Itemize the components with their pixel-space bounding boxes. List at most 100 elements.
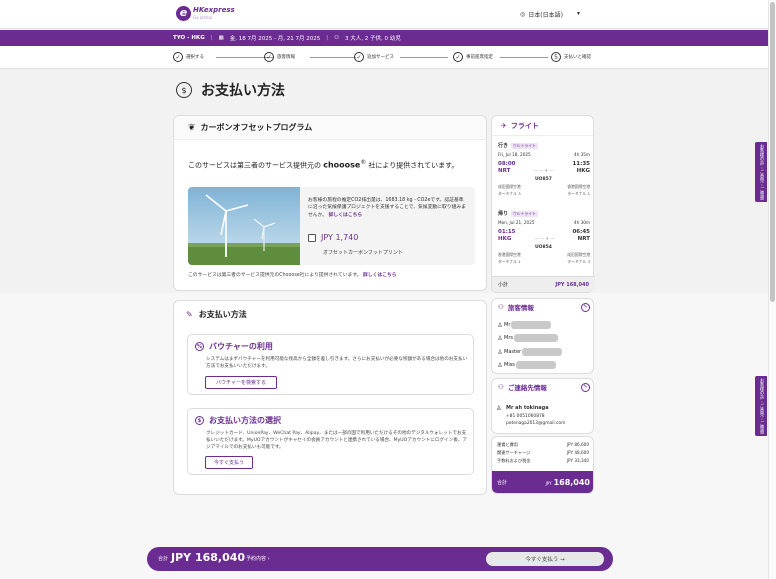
step-label: 旅客情報 [277, 55, 295, 60]
page-title: $ お支払い方法 [176, 80, 285, 100]
carbon-offset-option[interactable]: JPY 1,740 [308, 233, 358, 242]
logo-wordmark: HKexpress Go Jetstar [193, 6, 235, 21]
pay-now-button[interactable]: 今すぐ支払う → [486, 552, 604, 566]
price-summary-card: 運賃と費用 JPY 86,600 関連サーチャージ JPY 48,600 手数料… [491, 436, 594, 494]
dollar-icon: $ [176, 82, 192, 98]
bottom-total-value: JPY 168,040 [171, 551, 246, 564]
child-icon: ♙ [497, 348, 503, 356]
feedback-tab[interactable]: お客様の声・ご意見・ご感想 [755, 142, 767, 202]
carbon-footer-text: このサービスは第三者のサービス提供元のChooose社により提供されています。 [188, 273, 362, 278]
step-select[interactable]: ✓ 選択する [173, 52, 204, 62]
step-passenger-info[interactable]: ✓ 旅客情報 [264, 52, 295, 62]
payment-section-title: お支払い方法 [198, 310, 247, 319]
step-label: 事前座席指定 [466, 55, 493, 60]
passenger-info-card: ⚇ 旅客情報 ✎ ♙ Mr ♙ Mrs ♙ Master ♙ Miss [491, 298, 594, 374]
person-icon: ⚇ [498, 303, 504, 311]
redacted-name [515, 361, 556, 369]
passenger-row: ♙ Mrs [496, 334, 558, 342]
total-label: 合計 [497, 479, 508, 486]
booking-details-link[interactable]: 予約内容 › [246, 555, 270, 562]
scrollbar[interactable] [768, 0, 776, 579]
check-icon: ✓ [354, 52, 364, 62]
chevron-down-icon[interactable]: ▾ [577, 10, 580, 17]
bottom-total-label: 合計 [158, 556, 169, 562]
plane-icon: ✈ [501, 121, 507, 130]
price-value: JPY 86,600 [566, 442, 589, 447]
pay-now-inline-button[interactable]: 今すぐ支払う [205, 456, 253, 469]
arrival-time: 11:35 [572, 161, 590, 167]
subtotal-label: 小計 [498, 282, 509, 288]
fare-tag: ウルトライト [511, 210, 538, 217]
departure-airport: HKG [498, 236, 512, 242]
departure-terminal: ターミナル 1 [498, 259, 521, 264]
route-line-icon: — — ✈ — [533, 168, 554, 173]
check-icon: ✓ [453, 52, 463, 62]
trip-summary-bar: TYO - HKG | ▦ 金, 18 7月 2025 - 月, 21 7月 2… [0, 30, 776, 46]
feedback-tab[interactable]: お客様の声・ご意見・ご感想 [755, 376, 767, 436]
check-icon: ✓ [173, 52, 183, 62]
chooose-brand: chooose [323, 160, 361, 170]
arrival-airport-name: 香港国際空港 [567, 184, 590, 189]
carbon-offset-checkbox[interactable] [308, 233, 316, 242]
contact-info-header: ⚇ ご連絡先情報 ✎ [498, 382, 590, 392]
total-value: JPY 168,040 [546, 478, 590, 487]
passenger-row: ♙ Miss [496, 361, 556, 369]
outbound-flight: 行き ウルトライト Fri, Jul 18, 2025 4h 35m 08:00 … [498, 142, 590, 197]
voucher-title-row: % バウチャーの利用 [195, 341, 273, 352]
step-extras[interactable]: ✓ 追加サービス [354, 52, 394, 62]
price-label: 関連サーチャージ [497, 450, 531, 455]
price-label: 手数料および税金 [497, 458, 531, 463]
arrival-terminal: ターミナル 1 [567, 191, 590, 196]
bottom-total-bar: 合計 JPY 168,040 予約内容 › 今すぐ支払う → [147, 547, 613, 571]
leaf-icon: ❦ [188, 122, 196, 133]
calendar-icon: ▦ [218, 35, 224, 41]
language-selector[interactable]: ◎ 日本(日本語) [520, 10, 563, 19]
carbon-offset-price: JPY 1,740 [321, 233, 359, 242]
person-icon: ⚇ [334, 35, 340, 41]
fare-tag: ウルトライト [511, 142, 538, 149]
arrival-time: 06:45 [572, 229, 590, 235]
flight-summary-card: ✈ フライト 行き ウルトライト Fri, Jul 18, 2025 4h 35m… [491, 115, 595, 293]
carbon-offset-card: ❦ カーボンオフセットプログラム このサービスは第三者のサービス提供元の cho… [173, 115, 487, 291]
voucher-option: % バウチャーの利用 システムはまずバウチャーを利用可能な残高から全額を差し引き… [187, 334, 474, 395]
trip-dates: 金, 18 7月 2025 - 月, 21 7月 2025 [229, 36, 321, 42]
carbon-intro: このサービスは第三者のサービス提供元の chooose® 社により提供されていま… [188, 160, 459, 170]
learn-more-link[interactable]: 詳しくはこちら [329, 213, 363, 218]
arrival-airport: HKG [576, 168, 590, 174]
flight-summary-title: フライト [510, 121, 539, 130]
edit-icon[interactable]: ✎ [581, 302, 590, 312]
arrival-airport-name: 成田国際空港 [567, 252, 590, 257]
passenger-title: Miss [504, 362, 515, 368]
voucher-description: システムはまずバウチャーを利用可能な残高から全額を差し引きます。さらにお支払いが… [206, 357, 468, 369]
search-voucher-button[interactable]: バウチャーを検索する [205, 376, 277, 389]
inbound-flight: 帰り ウルトライト Mon, Jul 21, 2025 4h 30m 01:15 … [498, 210, 590, 265]
route-line-icon: — — ✈ — [534, 236, 555, 241]
total-amount: 168,040 [553, 477, 590, 487]
contact-info-title: ご連絡先情報 [507, 384, 547, 392]
contact-name: Mr ah tokinaga [506, 405, 549, 411]
payment-method-description: クレジットカード、UnionPay、WeChat Pay、Alipay、またはー… [206, 431, 468, 450]
flight-date: Mon, Jul 21, 2025 [498, 220, 535, 225]
voucher-icon: % [195, 342, 204, 351]
hk-express-logo[interactable]: e HKexpress Go Jetstar [176, 6, 235, 21]
dollar-icon: $ [195, 416, 204, 425]
edit-icon[interactable]: ✎ [581, 382, 590, 392]
child-icon: ♙ [497, 361, 503, 369]
contact-info-card: ⚇ ご連絡先情報 ✎ ♙ Mr ah tokinaga +81 005106087… [491, 378, 594, 434]
step-seat[interactable]: ✓ 事前座席指定 [453, 52, 493, 62]
passenger-title: Master [504, 349, 522, 355]
step-payment: 5 支払いと確認 [551, 52, 591, 62]
scrollbar-thumb[interactable] [770, 2, 775, 302]
logo-sub: Go Jetstar [193, 14, 213, 20]
passenger-title: Mr [504, 322, 511, 328]
footer-learn-more-link[interactable]: 詳しくはこちら [363, 273, 397, 278]
price-value: JPY 33,340 [566, 458, 589, 463]
divider: | [210, 35, 213, 41]
globe-icon: ◎ [520, 11, 526, 18]
departure-time: 01:15 [498, 229, 516, 235]
progress-steps: ✓ 選択する ✓ 旅客情報 ✓ 追加サービス ✓ 事前座席指定 5 支払いと確認 [0, 46, 776, 69]
departure-terminal: ターミナル 3 [498, 191, 521, 196]
carbon-offset-panel: お客様の旅程の推定CO2排出量は、1683.18 kg - CO2eです。認証基… [188, 187, 475, 265]
tag-icon: ✎ [186, 310, 193, 319]
redacted-name [513, 334, 558, 342]
